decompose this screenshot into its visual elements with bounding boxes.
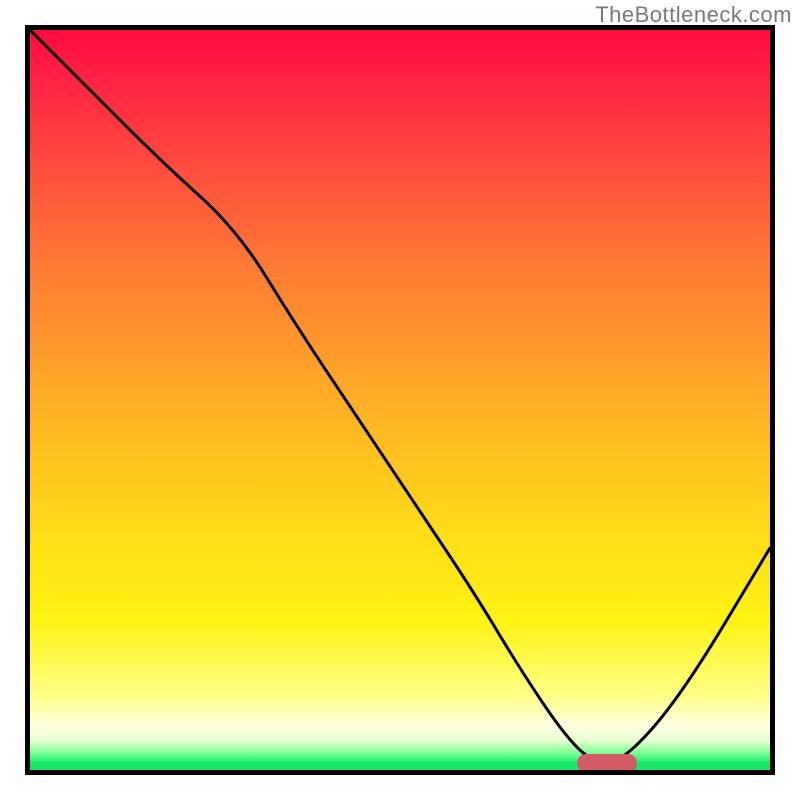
bottleneck-curve	[30, 30, 770, 770]
chart-plot-area	[25, 25, 775, 775]
curve-path	[30, 30, 770, 763]
chart-canvas: TheBottleneck.com	[0, 0, 800, 800]
watermark-text: TheBottleneck.com	[595, 2, 792, 28]
optimum-marker-pill	[577, 754, 637, 772]
